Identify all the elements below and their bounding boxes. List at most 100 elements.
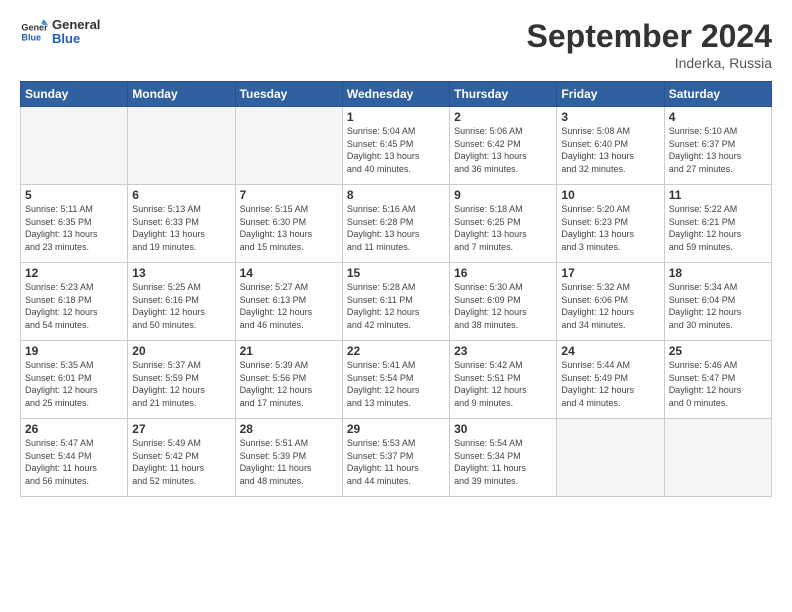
table-row: 25Sunrise: 5:46 AM Sunset: 5:47 PM Dayli…: [664, 341, 771, 419]
col-monday: Monday: [128, 82, 235, 107]
table-row: 29Sunrise: 5:53 AM Sunset: 5:37 PM Dayli…: [342, 419, 449, 497]
col-friday: Friday: [557, 82, 664, 107]
day-info: Sunrise: 5:30 AM Sunset: 6:09 PM Dayligh…: [454, 281, 552, 331]
table-row: 2Sunrise: 5:06 AM Sunset: 6:42 PM Daylig…: [450, 107, 557, 185]
col-saturday: Saturday: [664, 82, 771, 107]
day-number: 21: [240, 344, 338, 358]
col-sunday: Sunday: [21, 82, 128, 107]
day-info: Sunrise: 5:51 AM Sunset: 5:39 PM Dayligh…: [240, 437, 338, 487]
table-row: 16Sunrise: 5:30 AM Sunset: 6:09 PM Dayli…: [450, 263, 557, 341]
col-thursday: Thursday: [450, 82, 557, 107]
day-info: Sunrise: 5:42 AM Sunset: 5:51 PM Dayligh…: [454, 359, 552, 409]
table-row: [128, 107, 235, 185]
day-number: 12: [25, 266, 123, 280]
table-row: 15Sunrise: 5:28 AM Sunset: 6:11 PM Dayli…: [342, 263, 449, 341]
calendar-week-row: 5Sunrise: 5:11 AM Sunset: 6:35 PM Daylig…: [21, 185, 772, 263]
day-info: Sunrise: 5:37 AM Sunset: 5:59 PM Dayligh…: [132, 359, 230, 409]
logo-general: General: [52, 18, 100, 32]
table-row: [21, 107, 128, 185]
day-number: 22: [347, 344, 445, 358]
table-row: 26Sunrise: 5:47 AM Sunset: 5:44 PM Dayli…: [21, 419, 128, 497]
table-row: 13Sunrise: 5:25 AM Sunset: 6:16 PM Dayli…: [128, 263, 235, 341]
month-title: September 2024: [527, 18, 772, 55]
calendar-week-row: 26Sunrise: 5:47 AM Sunset: 5:44 PM Dayli…: [21, 419, 772, 497]
day-info: Sunrise: 5:47 AM Sunset: 5:44 PM Dayligh…: [25, 437, 123, 487]
table-row: 17Sunrise: 5:32 AM Sunset: 6:06 PM Dayli…: [557, 263, 664, 341]
calendar-week-row: 19Sunrise: 5:35 AM Sunset: 6:01 PM Dayli…: [21, 341, 772, 419]
day-number: 15: [347, 266, 445, 280]
table-row: [557, 419, 664, 497]
table-row: 8Sunrise: 5:16 AM Sunset: 6:28 PM Daylig…: [342, 185, 449, 263]
day-number: 18: [669, 266, 767, 280]
table-row: 27Sunrise: 5:49 AM Sunset: 5:42 PM Dayli…: [128, 419, 235, 497]
day-info: Sunrise: 5:20 AM Sunset: 6:23 PM Dayligh…: [561, 203, 659, 253]
table-row: [664, 419, 771, 497]
day-info: Sunrise: 5:16 AM Sunset: 6:28 PM Dayligh…: [347, 203, 445, 253]
day-info: Sunrise: 5:49 AM Sunset: 5:42 PM Dayligh…: [132, 437, 230, 487]
day-number: 25: [669, 344, 767, 358]
table-row: 19Sunrise: 5:35 AM Sunset: 6:01 PM Dayli…: [21, 341, 128, 419]
table-row: 18Sunrise: 5:34 AM Sunset: 6:04 PM Dayli…: [664, 263, 771, 341]
day-number: 30: [454, 422, 552, 436]
day-info: Sunrise: 5:39 AM Sunset: 5:56 PM Dayligh…: [240, 359, 338, 409]
day-number: 26: [25, 422, 123, 436]
day-number: 7: [240, 188, 338, 202]
logo-icon: General Blue: [20, 18, 48, 46]
table-row: 6Sunrise: 5:13 AM Sunset: 6:33 PM Daylig…: [128, 185, 235, 263]
page: General Blue General Blue September 2024…: [0, 0, 792, 612]
day-info: Sunrise: 5:32 AM Sunset: 6:06 PM Dayligh…: [561, 281, 659, 331]
day-info: Sunrise: 5:34 AM Sunset: 6:04 PM Dayligh…: [669, 281, 767, 331]
day-number: 17: [561, 266, 659, 280]
table-row: 1Sunrise: 5:04 AM Sunset: 6:45 PM Daylig…: [342, 107, 449, 185]
day-number: 23: [454, 344, 552, 358]
day-info: Sunrise: 5:44 AM Sunset: 5:49 PM Dayligh…: [561, 359, 659, 409]
day-number: 13: [132, 266, 230, 280]
table-row: 21Sunrise: 5:39 AM Sunset: 5:56 PM Dayli…: [235, 341, 342, 419]
day-number: 19: [25, 344, 123, 358]
table-row: 4Sunrise: 5:10 AM Sunset: 6:37 PM Daylig…: [664, 107, 771, 185]
day-number: 20: [132, 344, 230, 358]
day-info: Sunrise: 5:27 AM Sunset: 6:13 PM Dayligh…: [240, 281, 338, 331]
day-number: 9: [454, 188, 552, 202]
table-row: 9Sunrise: 5:18 AM Sunset: 6:25 PM Daylig…: [450, 185, 557, 263]
table-row: 14Sunrise: 5:27 AM Sunset: 6:13 PM Dayli…: [235, 263, 342, 341]
day-info: Sunrise: 5:11 AM Sunset: 6:35 PM Dayligh…: [25, 203, 123, 253]
day-number: 2: [454, 110, 552, 124]
table-row: 10Sunrise: 5:20 AM Sunset: 6:23 PM Dayli…: [557, 185, 664, 263]
table-row: 12Sunrise: 5:23 AM Sunset: 6:18 PM Dayli…: [21, 263, 128, 341]
table-row: 22Sunrise: 5:41 AM Sunset: 5:54 PM Dayli…: [342, 341, 449, 419]
calendar-table: Sunday Monday Tuesday Wednesday Thursday…: [20, 81, 772, 497]
logo: General Blue General Blue: [20, 18, 100, 47]
table-row: 30Sunrise: 5:54 AM Sunset: 5:34 PM Dayli…: [450, 419, 557, 497]
header: General Blue General Blue September 2024…: [20, 18, 772, 71]
day-info: Sunrise: 5:10 AM Sunset: 6:37 PM Dayligh…: [669, 125, 767, 175]
calendar-header-row: Sunday Monday Tuesday Wednesday Thursday…: [21, 82, 772, 107]
day-number: 29: [347, 422, 445, 436]
col-wednesday: Wednesday: [342, 82, 449, 107]
location: Inderka, Russia: [527, 55, 772, 71]
day-info: Sunrise: 5:22 AM Sunset: 6:21 PM Dayligh…: [669, 203, 767, 253]
day-info: Sunrise: 5:35 AM Sunset: 6:01 PM Dayligh…: [25, 359, 123, 409]
day-number: 11: [669, 188, 767, 202]
day-number: 14: [240, 266, 338, 280]
table-row: 23Sunrise: 5:42 AM Sunset: 5:51 PM Dayli…: [450, 341, 557, 419]
table-row: [235, 107, 342, 185]
day-info: Sunrise: 5:08 AM Sunset: 6:40 PM Dayligh…: [561, 125, 659, 175]
day-number: 4: [669, 110, 767, 124]
day-info: Sunrise: 5:25 AM Sunset: 6:16 PM Dayligh…: [132, 281, 230, 331]
day-info: Sunrise: 5:53 AM Sunset: 5:37 PM Dayligh…: [347, 437, 445, 487]
day-info: Sunrise: 5:18 AM Sunset: 6:25 PM Dayligh…: [454, 203, 552, 253]
day-info: Sunrise: 5:04 AM Sunset: 6:45 PM Dayligh…: [347, 125, 445, 175]
day-number: 28: [240, 422, 338, 436]
col-tuesday: Tuesday: [235, 82, 342, 107]
day-info: Sunrise: 5:41 AM Sunset: 5:54 PM Dayligh…: [347, 359, 445, 409]
svg-text:Blue: Blue: [21, 33, 41, 43]
day-number: 1: [347, 110, 445, 124]
day-info: Sunrise: 5:28 AM Sunset: 6:11 PM Dayligh…: [347, 281, 445, 331]
day-number: 27: [132, 422, 230, 436]
table-row: 7Sunrise: 5:15 AM Sunset: 6:30 PM Daylig…: [235, 185, 342, 263]
table-row: 28Sunrise: 5:51 AM Sunset: 5:39 PM Dayli…: [235, 419, 342, 497]
day-number: 3: [561, 110, 659, 124]
calendar-week-row: 12Sunrise: 5:23 AM Sunset: 6:18 PM Dayli…: [21, 263, 772, 341]
table-row: 11Sunrise: 5:22 AM Sunset: 6:21 PM Dayli…: [664, 185, 771, 263]
